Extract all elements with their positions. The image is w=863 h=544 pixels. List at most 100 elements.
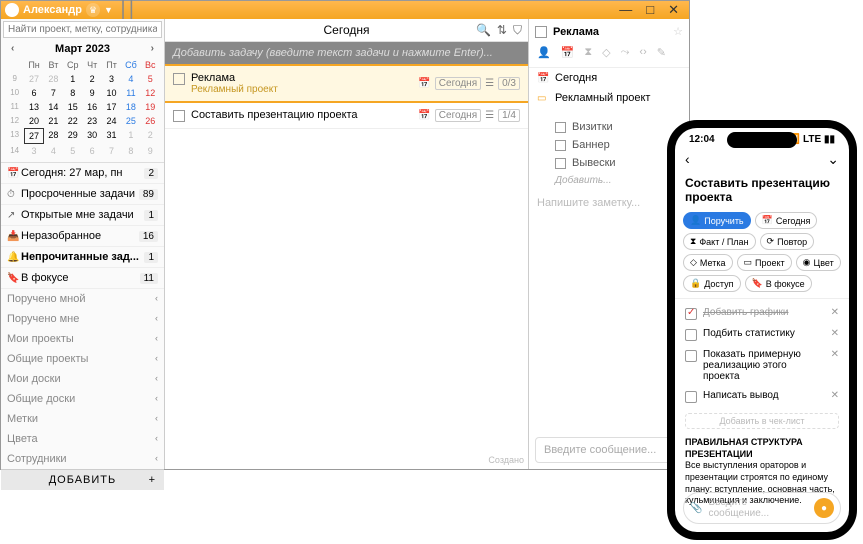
calendar-day[interactable]: 30	[83, 128, 102, 144]
chip[interactable]: 👤Поручить	[683, 212, 751, 229]
task-row[interactable]: РекламаРекламный проект📅Сегодня☰0/3	[165, 64, 528, 103]
task-checkbox[interactable]	[173, 73, 185, 85]
task-row[interactable]: Составить презентацию проекта📅Сегодня☰1/…	[165, 103, 528, 129]
remove-icon[interactable]: ✕	[831, 307, 839, 318]
section-item[interactable]: Поручено мне‹	[1, 309, 164, 329]
calendar-day[interactable]: 19	[141, 100, 160, 114]
checklist-item[interactable]: Добавить графики✕	[675, 303, 849, 324]
calendar-day[interactable]: 27	[24, 72, 43, 86]
calendar-day[interactable]: 11	[121, 86, 140, 100]
calendar-day[interactable]: 28	[44, 128, 63, 144]
user-icon[interactable]: 👤	[537, 46, 551, 59]
calendar-day[interactable]: 1	[63, 72, 82, 86]
calendar-day[interactable]: 3	[102, 72, 121, 86]
search-icon[interactable]: 🔍	[476, 23, 491, 38]
share-icon[interactable]: ‹›	[639, 46, 646, 59]
calendar-day[interactable]: 23	[83, 114, 102, 128]
calendar-day[interactable]: 26	[141, 114, 160, 128]
subtask[interactable]: Баннер	[529, 136, 689, 154]
task-checkbox[interactable]	[535, 26, 547, 38]
chip[interactable]: 🔖В фокусе	[745, 275, 812, 292]
chip[interactable]: ◇Метка	[683, 254, 733, 271]
calendar-day[interactable]: 12	[141, 86, 160, 100]
subtask[interactable]: Визитки	[529, 118, 689, 136]
calendar-day[interactable]: 4	[121, 72, 140, 86]
cal-prev[interactable]: ‹	[11, 43, 14, 54]
message-input[interactable]: Введите сообщение...	[535, 437, 683, 463]
checklist-item[interactable]: Написать вывод✕	[675, 386, 849, 407]
calendar-day[interactable]: 24	[102, 114, 121, 128]
section-item[interactable]: Мои проекты‹	[1, 329, 164, 349]
nav-item[interactable]: ↗Открытые мне задачи1	[1, 205, 164, 226]
add-button[interactable]: ДОБАВИТЬ+	[1, 469, 164, 490]
calendar-day[interactable]: 4	[44, 144, 63, 158]
remove-icon[interactable]: ✕	[831, 349, 839, 360]
calendar-day[interactable]: 21	[44, 114, 63, 128]
calendar-day[interactable]: 9	[83, 86, 102, 100]
remove-icon[interactable]: ✕	[831, 390, 839, 401]
add-checklist-item[interactable]: Добавить в чек-лист	[685, 413, 839, 429]
note-input[interactable]: Напишите заметку...	[529, 189, 689, 431]
link-icon[interactable]: ⤳	[621, 46, 630, 59]
chip[interactable]: ▭Проект	[737, 254, 792, 271]
search-input[interactable]	[3, 21, 162, 38]
menu-icon[interactable]: ⎮⎮	[119, 0, 136, 20]
calendar-day[interactable]: 3	[24, 144, 43, 158]
section-item[interactable]: Метки‹	[1, 409, 164, 429]
calendar-day[interactable]: 25	[121, 114, 140, 128]
add-subtask[interactable]: Добавить...	[529, 172, 689, 189]
nav-item[interactable]: 📅Сегодня: 27 мар, пн2	[1, 163, 164, 184]
breadcrumb[interactable]: Рекламный проект	[555, 92, 650, 104]
calendar-day[interactable]: 8	[63, 86, 82, 100]
avatar[interactable]	[5, 3, 19, 17]
chip[interactable]: 🔒Доступ	[683, 275, 741, 292]
calendar-day[interactable]: 6	[83, 144, 102, 158]
attach-icon[interactable]: 📎	[690, 503, 702, 514]
nav-item[interactable]: 🔔Непрочитанные зад...1	[1, 247, 164, 268]
breadcrumb[interactable]: Сегодня	[555, 72, 597, 84]
section-item[interactable]: Сотрудники‹	[1, 449, 164, 469]
mic-button[interactable]: ●	[814, 498, 834, 518]
chevron-down-icon[interactable]: ⌄	[827, 151, 839, 168]
section-item[interactable]: Общие проекты‹	[1, 349, 164, 369]
chip[interactable]: ⟳Повтор	[760, 233, 815, 250]
section-item[interactable]: Цвета‹	[1, 429, 164, 449]
calendar-day[interactable]: 10	[102, 86, 121, 100]
add-task-input[interactable]: Добавить задачу (введите текст задачи и …	[165, 42, 528, 64]
calendar-day[interactable]: 17	[102, 100, 121, 114]
subtask[interactable]: Вывески	[529, 154, 689, 172]
close-button[interactable]: ✕	[668, 2, 679, 18]
crown-icon[interactable]: ♛	[86, 3, 100, 17]
calendar-day[interactable]: 16	[83, 100, 102, 114]
calendar-day[interactable]: 5	[63, 144, 82, 158]
nav-item[interactable]: 🔖В фокусе11	[1, 268, 164, 289]
calendar-icon[interactable]: 📅	[561, 46, 575, 59]
calendar-day[interactable]: 5	[141, 72, 160, 86]
calendar-day[interactable]: 27	[24, 128, 43, 144]
checklist-item[interactable]: Подбить статистику✕	[675, 324, 849, 345]
calendar-day[interactable]: 7	[44, 86, 63, 100]
calendar-grid[interactable]: ПнВтСрЧтПтСбВс92728123451067891011121113…	[1, 58, 164, 158]
calendar-day[interactable]: 9	[141, 144, 160, 158]
calendar-day[interactable]: 28	[44, 72, 63, 86]
section-item[interactable]: Мои доски‹	[1, 369, 164, 389]
cal-next[interactable]: ›	[151, 43, 154, 54]
back-icon[interactable]: ‹	[685, 151, 690, 168]
remove-icon[interactable]: ✕	[831, 328, 839, 339]
calendar-day[interactable]: 2	[141, 128, 160, 144]
edit-icon[interactable]: ✎	[657, 46, 666, 59]
nav-item[interactable]: 📥Неразобранное16	[1, 226, 164, 247]
calendar-day[interactable]: 13	[24, 100, 43, 114]
sort-icon[interactable]: ⇅	[497, 23, 507, 38]
calendar-day[interactable]: 1	[121, 128, 140, 144]
phone-message-input[interactable]: 📎 Введите сообщение... ●	[683, 492, 841, 524]
nav-item[interactable]: ⏱Просроченные задачи89	[1, 184, 164, 205]
calendar-day[interactable]: 15	[63, 100, 82, 114]
calendar-day[interactable]: 14	[44, 100, 63, 114]
calendar-day[interactable]: 6	[24, 86, 43, 100]
chip[interactable]: ◉Цвет	[796, 254, 841, 271]
task-checkbox[interactable]	[173, 110, 185, 122]
calendar-day[interactable]: 8	[121, 144, 140, 158]
calendar-day[interactable]: 22	[63, 114, 82, 128]
maximize-button[interactable]: □	[646, 2, 654, 18]
